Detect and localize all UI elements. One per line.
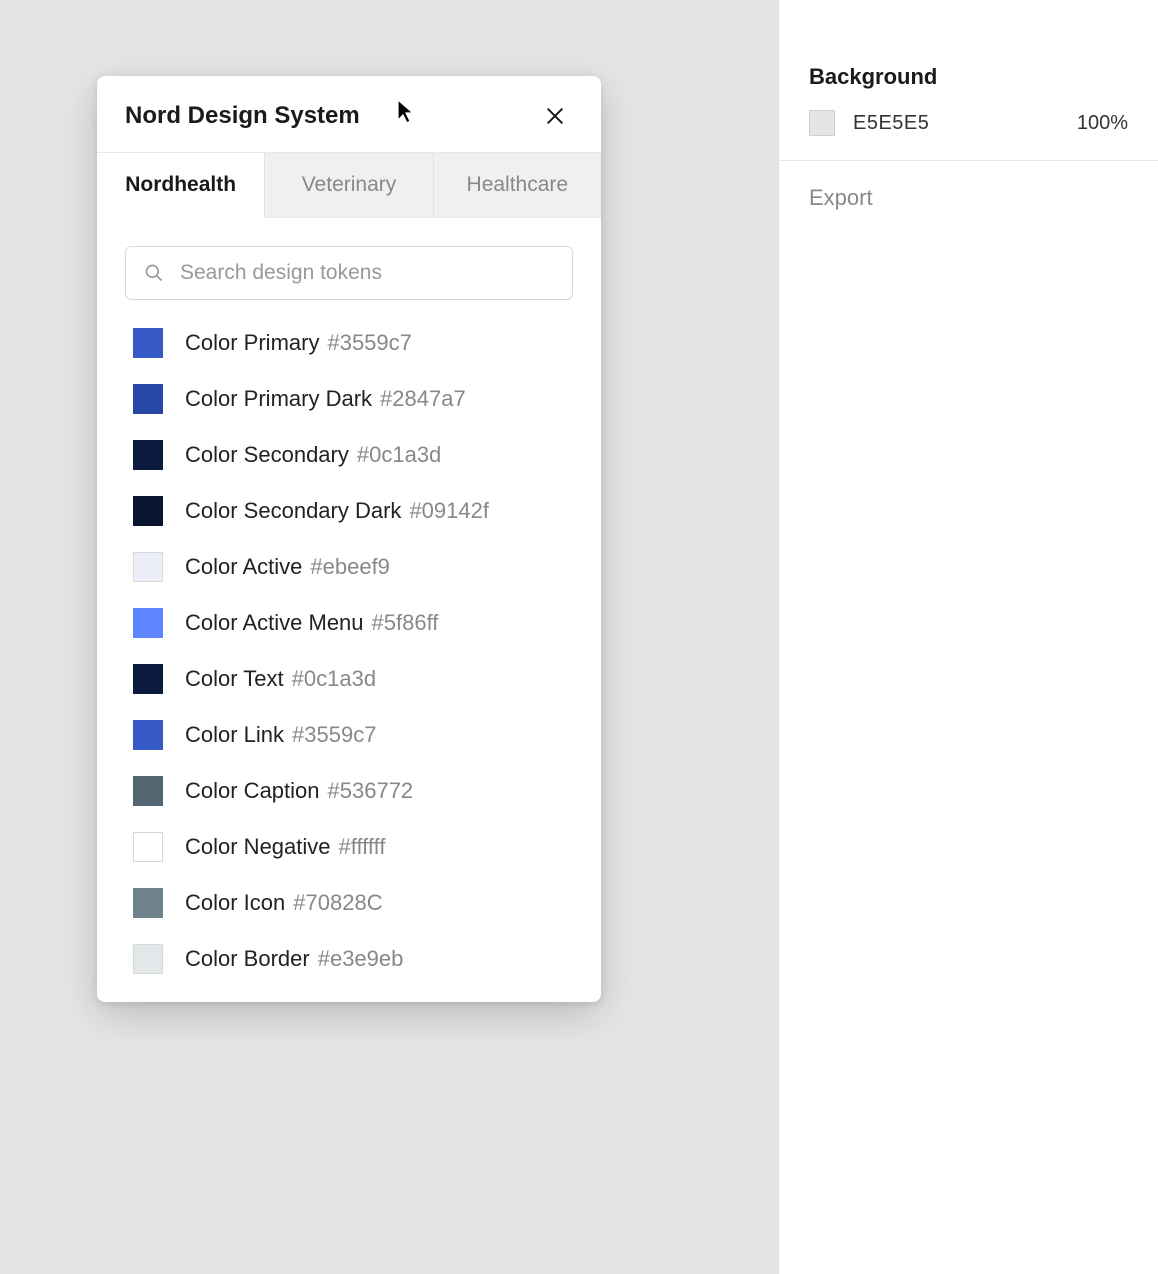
token-value: #536772 [328,778,414,803]
token-value: #e3e9eb [318,946,404,971]
token-text: Color Primary #3559c7 [185,330,412,356]
close-icon [544,105,566,127]
token-name: Color Icon [185,890,285,915]
background-title: Background [809,64,1128,90]
token-value: #3559c7 [292,722,376,747]
background-section: Background E5E5E5 100% [779,40,1158,161]
token-value: #70828C [293,890,382,915]
background-opacity-value[interactable]: 100% [1077,112,1128,135]
token-name: Color Negative [185,834,331,859]
token-value: #0c1a3d [357,442,441,467]
token-name: Color Primary Dark [185,386,372,411]
token-name: Color Border [185,946,310,971]
token-row[interactable]: Color Caption #536772 [133,776,573,806]
tab-bar: NordhealthVeterinaryHealthcare [97,152,601,218]
color-swatch [133,384,163,414]
token-row[interactable]: Color Active Menu #5f86ff [133,608,573,638]
search-input[interactable] [180,261,554,285]
token-value: #09142f [409,498,489,523]
color-swatch [133,496,163,526]
color-swatch [133,552,163,582]
properties-sidebar: Background E5E5E5 100% Export [778,0,1158,1274]
token-name: Color Caption [185,778,320,803]
token-row[interactable]: Color Secondary Dark #09142f [133,496,573,526]
background-swatch[interactable] [809,110,835,136]
token-value: #2847a7 [380,386,466,411]
token-value: #ffffff [339,834,386,859]
token-text: Color Secondary #0c1a3d [185,442,441,468]
modal-body: Color Primary #3559c7 Color Primary Dark #2… [97,218,601,1002]
token-name: Color Text [185,666,284,691]
token-text: Color Active #ebeef9 [185,554,390,580]
token-name: Color Secondary Dark [185,498,401,523]
color-swatch [133,720,163,750]
background-hex-value[interactable]: E5E5E5 [853,112,1059,135]
search-field-wrapper[interactable] [125,246,573,300]
color-swatch [133,944,163,974]
tab-veterinary[interactable]: Veterinary [265,153,433,217]
close-button[interactable] [537,98,573,134]
tab-nordhealth[interactable]: Nordhealth [97,153,265,218]
token-text: Color Text #0c1a3d [185,666,376,692]
color-swatch [133,776,163,806]
color-swatch [133,328,163,358]
export-section[interactable]: Export [779,161,1158,235]
token-name: Color Active Menu [185,610,364,635]
token-text: Color Icon #70828C [185,890,383,916]
token-row[interactable]: Color Primary Dark #2847a7 [133,384,573,414]
token-text: Color Border #e3e9eb [185,946,403,972]
token-row[interactable]: Color Border #e3e9eb [133,944,573,974]
token-row[interactable]: Color Primary #3559c7 [133,328,573,358]
token-text: Color Caption #536772 [185,778,413,804]
search-icon [144,263,164,283]
color-swatch [133,608,163,638]
export-title: Export [809,185,1128,211]
token-text: Color Secondary Dark #09142f [185,498,489,524]
token-list: Color Primary #3559c7 Color Primary Dark #2… [125,328,573,974]
background-fill-row[interactable]: E5E5E5 100% [809,110,1128,136]
color-swatch [133,832,163,862]
color-swatch [133,888,163,918]
token-row[interactable]: Color Negative #ffffff [133,832,573,862]
token-value: #3559c7 [327,330,411,355]
color-swatch [133,440,163,470]
token-name: Color Active [185,554,302,579]
token-text: Color Primary Dark #2847a7 [185,386,466,412]
color-swatch [133,664,163,694]
token-row[interactable]: Color Link #3559c7 [133,720,573,750]
token-row[interactable]: Color Active #ebeef9 [133,552,573,582]
design-tokens-modal: Nord Design System NordhealthVeterinaryH… [97,76,601,1002]
modal-header: Nord Design System [97,76,601,152]
modal-title: Nord Design System [125,102,360,130]
token-value: #5f86ff [372,610,439,635]
token-row[interactable]: Color Icon #70828C [133,888,573,918]
token-text: Color Link #3559c7 [185,722,376,748]
token-text: Color Active Menu #5f86ff [185,610,438,636]
tab-healthcare[interactable]: Healthcare [434,153,601,217]
token-text: Color Negative #ffffff [185,834,385,860]
token-value: #ebeef9 [310,554,390,579]
token-name: Color Secondary [185,442,349,467]
token-row[interactable]: Color Secondary #0c1a3d [133,440,573,470]
token-value: #0c1a3d [292,666,376,691]
token-name: Color Link [185,722,284,747]
token-name: Color Primary [185,330,319,355]
token-row[interactable]: Color Text #0c1a3d [133,664,573,694]
